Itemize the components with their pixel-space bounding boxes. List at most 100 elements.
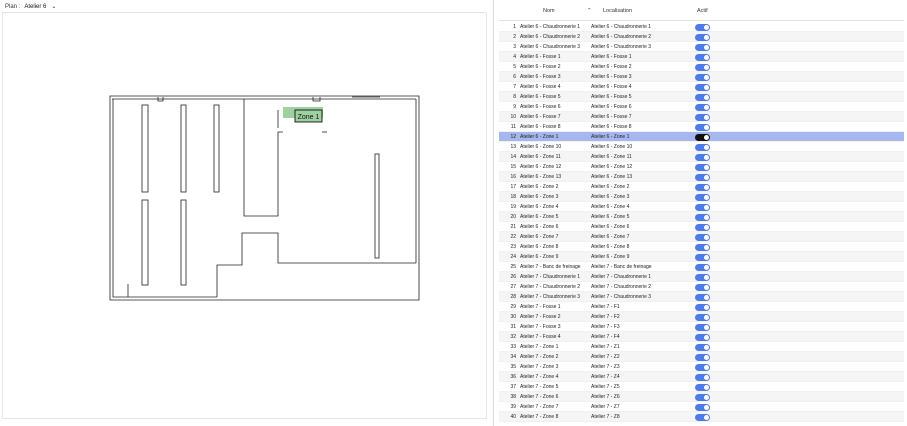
actif-toggle[interactable] — [695, 63, 710, 71]
table-row[interactable]: 2 Atelier 6 - Chaudronnerie 2 Atelier 6 - … — [499, 32, 904, 42]
actif-toggle[interactable] — [695, 183, 710, 191]
table-row[interactable]: 40 Atelier 7 - Zone 8 Atelier 7 - Z8 — [499, 412, 904, 422]
row-nom: Atelier 7 - Chaudronnerie 3 — [520, 294, 581, 300]
actif-toggle[interactable] — [695, 133, 710, 141]
actif-toggle[interactable] — [695, 173, 710, 181]
actif-toggle[interactable] — [695, 413, 710, 421]
actif-toggle[interactable] — [695, 113, 710, 121]
table-row[interactable]: 36 Atelier 7 - Zone 4 Atelier 7 - Z4 — [499, 372, 904, 382]
row-number: 3 — [513, 44, 516, 50]
table-row[interactable]: 18 Atelier 6 - Zone 3 Atelier 6 - Zone 3 — [499, 192, 904, 202]
actif-toggle[interactable] — [695, 213, 710, 221]
row-nom: Atelier 7 - Chaudronnerie 1 — [520, 274, 581, 280]
table-row[interactable]: 11 Atelier 6 - Fosse 8 Atelier 6 - Fosse 8 — [499, 122, 904, 132]
table-row[interactable]: 20 Atelier 6 - Zone 5 Atelier 6 - Zone 5 — [499, 212, 904, 222]
table-row[interactable]: 5 Atelier 6 - Fosse 2 Atelier 6 - Fosse 2 — [499, 62, 904, 72]
table-row[interactable]: 4 Atelier 6 - Fosse 1 Atelier 6 - Fosse 1 — [499, 52, 904, 62]
table-row[interactable]: 26 Atelier 7 - Chaudronnerie 1 Atelier 7 -… — [499, 272, 904, 282]
table-row[interactable]: 3 Atelier 6 - Chaudronnerie 3 Atelier 6 - … — [499, 42, 904, 52]
table-row[interactable]: 29 Atelier 7 - Fosse 1 Atelier 7 - F1 — [499, 302, 904, 312]
table-row[interactable]: 6 Atelier 6 - Fosse 3 Atelier 6 - Fosse 3 — [499, 72, 904, 82]
table-row[interactable]: 10 Atelier 6 - Fosse 7 Atelier 6 - Fosse 7 — [499, 112, 904, 122]
actif-toggle[interactable] — [695, 293, 710, 301]
row-nom: Atelier 6 - Zone 4 — [520, 204, 559, 210]
table-row[interactable]: 16 Atelier 6 - Zone 13 Atelier 6 - Zone 13 — [499, 172, 904, 182]
actif-toggle[interactable] — [695, 373, 710, 381]
row-localisation: Atelier 7 - Z4 — [591, 374, 620, 380]
actif-toggle[interactable] — [695, 403, 710, 411]
caret-up-icon[interactable]: ⌃ — [587, 8, 592, 14]
actif-toggle[interactable] — [695, 313, 710, 321]
actif-toggle[interactable] — [695, 343, 710, 351]
table-row[interactable]: 22 Atelier 6 - Zone 7 Atelier 6 - Zone 7 — [499, 232, 904, 242]
table-row[interactable]: 31 Atelier 7 - Fosse 3 Atelier 7 - F3 — [499, 322, 904, 332]
actif-toggle[interactable] — [695, 363, 710, 371]
actif-toggle[interactable] — [695, 333, 710, 341]
table-row[interactable]: 12 Atelier 6 - Zone 1 Atelier 6 - Zone 1 — [499, 132, 904, 142]
table-row[interactable]: 25 Atelier 7 - Banc de freinage Atelier 7 … — [499, 262, 904, 272]
actif-toggle[interactable] — [695, 283, 710, 291]
row-nom: Atelier 6 - Zone 6 — [520, 224, 559, 230]
actif-toggle[interactable] — [695, 253, 710, 261]
actif-toggle[interactable] — [695, 223, 710, 231]
actif-toggle[interactable] — [695, 353, 710, 361]
row-nom: Atelier 6 - Fosse 1 — [520, 54, 561, 60]
row-nom: Atelier 6 - Zone 8 — [520, 244, 559, 250]
column-header-nom[interactable]: Nom — [543, 8, 555, 14]
table-row[interactable]: 7 Atelier 6 - Fosse 4 Atelier 6 - Fosse 4 — [499, 82, 904, 92]
actif-toggle[interactable] — [695, 323, 710, 331]
row-number: 22 — [510, 234, 516, 240]
table-row[interactable]: 30 Atelier 7 - Fosse 2 Atelier 7 - F2 — [499, 312, 904, 322]
actif-toggle[interactable] — [695, 83, 710, 91]
actif-toggle[interactable] — [695, 383, 710, 391]
actif-toggle[interactable] — [695, 263, 710, 271]
actif-toggle[interactable] — [695, 43, 710, 51]
actif-toggle[interactable] — [695, 303, 710, 311]
table-row[interactable]: 19 Atelier 6 - Zone 4 Atelier 6 - Zone 4 — [499, 202, 904, 212]
floor-plan[interactable]: Zone 1 — [0, 0, 488, 426]
table-row[interactable]: 1 Atelier 6 - Chaudronnerie 1 Atelier 6 - … — [499, 22, 904, 32]
actif-toggle[interactable] — [695, 103, 710, 111]
actif-toggle[interactable] — [695, 143, 710, 151]
table-row[interactable]: 38 Atelier 7 - Zone 6 Atelier 7 - Z6 — [499, 392, 904, 402]
table-row[interactable]: 24 Atelier 6 - Zone 9 Atelier 6 - Zone 9 — [499, 252, 904, 262]
floor-outline — [109, 95, 420, 301]
table-row[interactable]: 37 Atelier 7 - Zone 5 Atelier 7 - Z5 — [499, 382, 904, 392]
column-header-actif[interactable]: Actif — [697, 8, 708, 14]
actif-toggle[interactable] — [695, 233, 710, 241]
actif-toggle[interactable] — [695, 163, 710, 171]
table-row[interactable]: 13 Atelier 6 - Zone 10 Atelier 6 - Zone 10 — [499, 142, 904, 152]
actif-toggle[interactable] — [695, 53, 710, 61]
table-row[interactable]: 21 Atelier 6 - Zone 6 Atelier 6 - Zone 6 — [499, 222, 904, 232]
table-row[interactable]: 14 Atelier 6 - Zone 11 Atelier 6 - Zone 11 — [499, 152, 904, 162]
table-row[interactable]: 27 Atelier 7 - Chaudronnerie 2 Atelier 7 -… — [499, 282, 904, 292]
table-row[interactable]: 9 Atelier 6 - Fosse 6 Atelier 6 - Fosse 6 — [499, 102, 904, 112]
table-row[interactable]: 8 Atelier 6 - Fosse 5 Atelier 6 - Fosse 5 — [499, 92, 904, 102]
actif-toggle[interactable] — [695, 273, 710, 281]
row-localisation: Atelier 6 - Zone 4 — [591, 204, 630, 210]
actif-toggle[interactable] — [695, 153, 710, 161]
row-number: 12 — [510, 134, 516, 140]
actif-toggle[interactable] — [695, 123, 710, 131]
actif-toggle[interactable] — [695, 93, 710, 101]
actif-toggle[interactable] — [695, 73, 710, 81]
row-localisation: Atelier 6 - Chaudronnerie 3 — [591, 44, 652, 50]
table-row[interactable]: 17 Atelier 6 - Zone 2 Atelier 6 - Zone 2 — [499, 182, 904, 192]
table-row[interactable]: 32 Atelier 7 - Fosse 4 Atelier 7 - F4 — [499, 332, 904, 342]
table-row[interactable]: 35 Atelier 7 - Zone 3 Atelier 7 - Z3 — [499, 362, 904, 372]
row-nom: Atelier 7 - Fosse 3 — [520, 324, 561, 330]
actif-toggle[interactable] — [695, 23, 710, 31]
table-row[interactable]: 33 Atelier 7 - Zone 1 Atelier 7 - Z1 — [499, 342, 904, 352]
table-row[interactable]: 39 Atelier 7 - Zone 7 Atelier 7 - Z7 — [499, 402, 904, 412]
actif-toggle[interactable] — [695, 393, 710, 401]
table-row[interactable]: 23 Atelier 6 - Zone 8 Atelier 6 - Zone 8 — [499, 242, 904, 252]
actif-toggle[interactable] — [695, 203, 710, 211]
row-localisation: Atelier 6 - Fosse 5 — [591, 94, 632, 100]
table-row[interactable]: 34 Atelier 7 - Zone 2 Atelier 7 - Z2 — [499, 352, 904, 362]
actif-toggle[interactable] — [695, 243, 710, 251]
table-row[interactable]: 28 Atelier 7 - Chaudronnerie 3 Atelier 7 -… — [499, 292, 904, 302]
actif-toggle[interactable] — [695, 33, 710, 41]
actif-toggle[interactable] — [695, 193, 710, 201]
column-header-localisation[interactable]: Localisation — [603, 8, 632, 14]
table-row[interactable]: 15 Atelier 6 - Zone 12 Atelier 6 - Zone 12 — [499, 162, 904, 172]
